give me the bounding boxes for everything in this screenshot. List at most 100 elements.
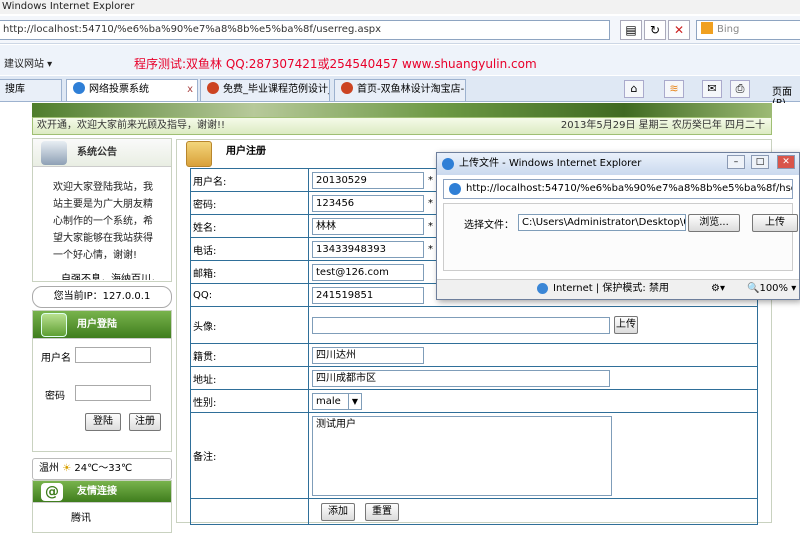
field-label: 密码: — [190, 191, 309, 215]
password-input[interactable] — [75, 385, 151, 401]
password-label: 密码 — [45, 391, 65, 402]
at-icon: @ — [41, 483, 63, 501]
globe-icon — [537, 283, 548, 294]
dialog-status-bar: Internet | 保护模式: 禁用 ⚙▾ 🔍100% ▾ — [437, 279, 799, 299]
tab-souku[interactable]: 搜库 — [0, 79, 62, 101]
dialog-titlebar: 上传文件 - Windows Internet Explorer – □ ✕ — [437, 153, 799, 175]
qq-field[interactable]: 241519851 — [312, 286, 424, 304]
phone-field[interactable]: 13433948393 — [312, 240, 424, 258]
add-button[interactable]: 添加 — [321, 502, 355, 521]
ie-icon — [442, 158, 454, 170]
table-row: 头像: 上传 — [190, 306, 758, 344]
username-input[interactable] — [75, 347, 151, 363]
minimize-icon[interactable]: – — [727, 155, 745, 169]
browse-button[interactable]: 浏览... — [688, 214, 740, 232]
weather-temp: 24℃～33℃ — [74, 463, 133, 474]
close-tab-icon[interactable]: x — [187, 80, 193, 100]
notice-title-text: 系统公告 — [77, 147, 117, 158]
username-label: 用户名 — [41, 353, 71, 364]
greeting-bar: 欢开通，欢迎大家前来光顾及指导，谢谢!! 2013年5月29日 星期三 农历癸巳年… — [32, 117, 772, 135]
tab-label: 搜库 — [5, 84, 25, 95]
required-mark: * — [428, 244, 433, 255]
maximize-icon[interactable]: □ — [751, 155, 769, 169]
field-label: 邮箱: — [190, 260, 309, 284]
password-field[interactable]: 123456 — [312, 194, 424, 212]
username-field[interactable]: 20130529 — [312, 171, 424, 189]
suggested-sites-link[interactable]: 建议网站 ▾ — [4, 55, 52, 70]
name-field[interactable]: 林林 — [312, 217, 424, 235]
field-label: 姓名: — [190, 214, 309, 238]
reset-button[interactable]: 重置 — [365, 502, 399, 521]
greeting-text: 欢开通，欢迎大家前来光顾及指导，谢谢!! — [37, 120, 226, 131]
banner-text: 程序测试:双鱼林 QQ:287307421或254540457 www.shua… — [134, 57, 537, 71]
gender-select[interactable]: male ▼ — [312, 392, 362, 410]
stop-icon[interactable]: ✕ — [668, 20, 690, 40]
refresh-icon[interactable]: ↻ — [644, 20, 666, 40]
bing-icon — [701, 22, 713, 34]
upload-dialog: 上传文件 - Windows Internet Explorer – □ ✕ h… — [436, 152, 800, 300]
tab-taobao-shop[interactable]: 首页-双鱼林设计淘宝店-... — [334, 79, 466, 101]
notice-body: 欢迎大家登陆我站，我站主要是为广大朋友精心制作的一个系统，希望大家能够在我站获得… — [53, 182, 153, 261]
file-label: 选择文件： — [464, 220, 514, 231]
links-title-text: 友情连接 — [77, 486, 117, 497]
remark-textarea[interactable]: 测试用户 — [312, 416, 612, 496]
chevron-down-icon[interactable]: ▼ — [348, 393, 361, 409]
required-mark: * — [428, 221, 433, 232]
avatar-label: 头像: — [190, 306, 309, 344]
dialog-body: 选择文件： C:\Users\Administrator\Desktop\0 浏… — [443, 203, 798, 271]
ie-page-icon — [449, 183, 461, 195]
login-panel: 用户登陆 用户名 密码 登陆 注册 — [32, 310, 172, 452]
dialog-upload-button[interactable]: 上传 — [752, 214, 798, 232]
security-icon[interactable]: ⚙▾ — [711, 280, 725, 298]
print-icon[interactable]: ⎙ — [730, 80, 750, 98]
login-button[interactable]: 登陆 — [85, 413, 121, 431]
ip-display: 您当前IP：127.0.0.1 — [32, 286, 172, 308]
dialog-url-text: http://localhost:54710/%e6%ba%90%e7%a8%8… — [466, 183, 792, 194]
date-text: 2013年5月29日 星期三 农历癸巳年 四月二十 — [560, 120, 765, 131]
file-path-field[interactable]: C:\Users\Administrator\Desktop\0 — [518, 214, 686, 231]
address-field[interactable]: 四川成都市区 — [312, 369, 610, 387]
compat-view-icon[interactable]: ▤ — [620, 20, 642, 40]
url-field[interactable]: http://localhost:54710/%e6%ba%90%e7%a8%8… — [0, 20, 610, 40]
search-engine-label: Bing — [717, 24, 740, 35]
links-panel: @ 友情连接 腾讯 — [32, 480, 172, 533]
zoom-icon: 🔍 — [747, 283, 760, 294]
register-title: 用户注册 — [226, 146, 266, 157]
table-row: 备注: 测试用户 — [190, 412, 758, 499]
user-icon — [41, 313, 67, 337]
field-label: 电话: — [190, 237, 309, 261]
email-field[interactable]: test@126.com — [312, 263, 424, 281]
register-button[interactable]: 注册 — [129, 413, 161, 431]
home-icon[interactable]: ⌂ — [624, 80, 644, 98]
weather-sun-icon: ☀ — [62, 463, 72, 474]
status-zone: Internet | 保护模式: 禁用 — [553, 283, 669, 294]
ie-page-icon — [73, 82, 85, 94]
page-icon — [207, 82, 219, 94]
search-box[interactable]: Bing — [696, 20, 800, 40]
address-label: 地址: — [190, 366, 309, 390]
notice-more: 自强不息，海纳百川， — [61, 274, 161, 280]
remark-label: 备注: — [190, 412, 309, 499]
link-item[interactable]: 腾讯 — [33, 503, 171, 524]
tab-bar: 搜库 网络投票系统 x 免费_毕业课程范例设计_... 首页-双鱼林设计淘宝店-.… — [0, 76, 800, 109]
tab-free-course[interactable]: 免费_毕业课程范例设计_... — [200, 79, 330, 101]
avatar-upload-button[interactable]: 上传 — [614, 316, 638, 334]
suggested-sites-label: 建议网站 — [4, 59, 44, 70]
address-bar: http://localhost:54710/%e6%ba%90%e7%a8%8… — [0, 16, 800, 44]
zoom-control[interactable]: 🔍100% ▾ — [747, 280, 796, 298]
hometown-label: 籍贯: — [190, 343, 309, 367]
notice-title: 系统公告 — [33, 139, 171, 167]
tab-voting-system[interactable]: 网络投票系统 x — [66, 79, 198, 101]
close-icon[interactable]: ✕ — [777, 155, 795, 169]
dialog-url-field[interactable]: http://localhost:54710/%e6%ba%90%e7%a8%8… — [443, 179, 793, 199]
avatar-field[interactable] — [312, 316, 610, 334]
page-icon — [341, 82, 353, 94]
login-title-text: 用户登陆 — [77, 319, 117, 330]
window-title: Windows Internet Explorer — [0, 0, 800, 14]
gender-label: 性别: — [190, 389, 309, 413]
tab-label: 免费_毕业课程范例设计_... — [223, 84, 329, 95]
rss-icon[interactable]: ≋ — [664, 80, 684, 98]
hometown-field[interactable]: 四川达州 — [312, 346, 424, 364]
mail-icon[interactable]: ✉ — [702, 80, 722, 98]
table-row: 性别: male ▼ — [190, 389, 758, 413]
